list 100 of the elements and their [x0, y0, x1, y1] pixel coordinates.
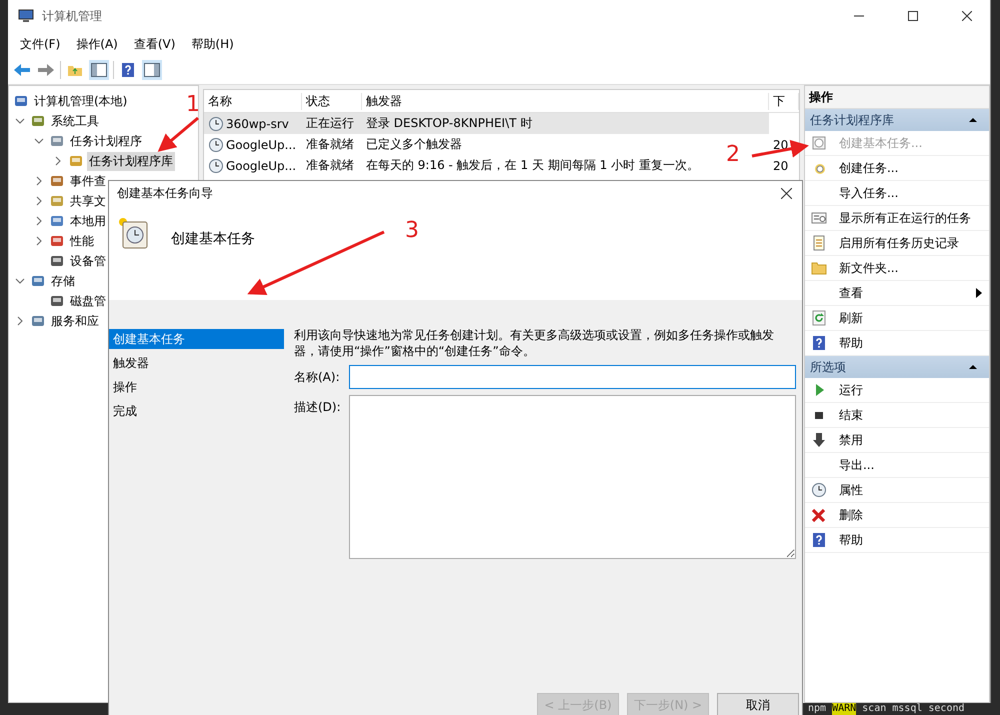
menu-item[interactable]: 操作(A)	[70, 36, 124, 52]
column-header[interactable]: 状态	[306, 94, 330, 108]
field-label: 名称(A):	[294, 369, 341, 386]
wizard-step[interactable]: 创建基本任务	[109, 329, 284, 349]
table-cell: 正在运行	[302, 113, 362, 134]
delete-icon	[810, 507, 827, 523]
action-item[interactable]: 运行	[804, 378, 989, 403]
log-icon	[810, 235, 827, 251]
section-header[interactable]: 所选项	[804, 356, 989, 378]
table-cell-text: 20	[772, 158, 790, 174]
help-icon	[810, 335, 827, 351]
tree-item[interactable]: 设备管	[68, 252, 108, 270]
tree-node-icon	[49, 233, 65, 249]
column-header[interactable]: 名称	[208, 94, 232, 108]
tree-node-icon	[30, 273, 46, 289]
terminal-text: WARN	[832, 703, 856, 715]
menu-item[interactable]: 查看(V)	[128, 36, 182, 52]
section-header[interactable]: 任务计划程序库	[804, 109, 989, 131]
tree-node-icon	[49, 253, 65, 269]
action-item[interactable]: 刷新	[804, 306, 989, 331]
tree-item[interactable]: 本地用	[68, 212, 108, 230]
tree-item[interactable]: 计算机管理(本地)	[32, 92, 130, 110]
tree-item[interactable]: 磁盘管	[68, 292, 108, 310]
action-item[interactable]: 新文件夹...	[804, 256, 989, 281]
annotation-arrow	[752, 140, 809, 158]
collapse-icon[interactable]	[969, 115, 977, 125]
action-item[interactable]: 导入任务...	[804, 181, 989, 206]
pane-header: 操作	[804, 86, 989, 109]
table-cell[interactable]: GoogleUp...	[204, 155, 300, 176]
description-field[interactable]	[349, 395, 796, 559]
tree-item[interactable]: 事件查	[68, 172, 108, 190]
tree-item[interactable]: 存储	[49, 272, 77, 290]
name-field[interactable]	[349, 365, 796, 389]
table-cell: 登录 DESKTOP-8KNPHEI\T 时	[362, 113, 769, 134]
table-cell[interactable]: 360wp-srv	[204, 113, 302, 134]
field-label: 描述(D):	[294, 399, 342, 416]
tree-node-icon	[13, 93, 29, 109]
tree-node-icon	[49, 193, 65, 209]
table-cell[interactable]: GoogleUp...	[204, 134, 300, 155]
annotation-number: 3	[405, 218, 419, 243]
table-cell-text: 已定义多个触发器	[364, 136, 463, 153]
action-item[interactable]: 禁用	[804, 428, 989, 453]
table-cell-text: 在每天的 9:16 - 触发后，在 1 天 期间每隔 1 小时 重复一次。	[364, 157, 700, 174]
table-cell-text: 20	[772, 136, 790, 154]
menu-item[interactable]: 文件(F)	[14, 36, 66, 52]
action-item[interactable]: 结束	[804, 403, 989, 428]
show-tree-button[interactable]	[89, 60, 109, 80]
action-item[interactable]: 启用所有任务历史记录	[804, 231, 989, 256]
help-icon	[120, 62, 136, 78]
action-item[interactable]: 导出...	[804, 453, 989, 478]
table-cell-text: 准备就绪	[304, 136, 355, 153]
tree-node-icon	[49, 213, 65, 229]
tree-node-icon	[30, 313, 46, 329]
show-action-pane-button[interactable]	[142, 60, 162, 80]
section-title: 任务计划程序库	[810, 112, 894, 128]
tree-node-icon	[49, 293, 65, 309]
action-item[interactable]: 删除	[804, 503, 989, 528]
tree-node-icon	[68, 153, 84, 169]
action-item[interactable]: 创建任务...	[804, 156, 989, 181]
annotation-number: 1	[186, 92, 200, 117]
tree-item[interactable]: 服务和应	[49, 312, 101, 330]
wizard-step[interactable]: 触发器	[109, 353, 284, 373]
action-item[interactable]: 属性	[804, 478, 989, 503]
section-title: 所选项	[810, 358, 846, 376]
table-cell-text: 准备就绪	[304, 157, 355, 174]
dialog-title: 创建基本任务向导	[117, 185, 213, 202]
tree-item[interactable]: 系统工具	[49, 112, 101, 130]
help-icon	[810, 532, 827, 548]
tree-node-icon	[30, 113, 46, 129]
action-item[interactable]: 帮助	[804, 528, 989, 553]
menu-item[interactable]: 帮助(H)	[185, 36, 240, 52]
column-header[interactable]: 触发器	[366, 94, 402, 108]
annotation-number: 2	[726, 142, 740, 167]
terminal-text: npm	[808, 703, 826, 715]
wizard-heading: 创建基本任务	[171, 230, 255, 248]
tree-item[interactable]: 任务计划程序	[68, 132, 144, 150]
action-item[interactable]: 查看	[804, 281, 989, 306]
terminal-text: scan mssql second	[862, 703, 965, 715]
collapse-icon[interactable]	[969, 362, 977, 372]
description-text: 利用该向导快速地为常见任务创建计划。有关更多高级选项或设置，例如多任务操作或触发器，请使用“操作”窗格中的“创建任务”命令。	[294, 327, 775, 359]
wizard-button[interactable]: 取消	[717, 693, 799, 715]
folder-icon	[810, 260, 827, 276]
wizard-step[interactable]: 完成	[109, 401, 284, 421]
action-item[interactable]: 显示所有正在运行的任务	[804, 206, 989, 231]
down-arrow-icon	[810, 432, 827, 448]
close-icon[interactable]	[962, 11, 972, 21]
tree-node-icon	[49, 173, 65, 189]
refresh-icon	[810, 310, 827, 326]
tree-item[interactable]: 共享文	[68, 192, 108, 210]
tree-item[interactable]: 性能	[68, 232, 96, 250]
annotation-arrow	[158, 116, 199, 152]
close-icon[interactable]	[780, 188, 792, 199]
tree-node-icon	[49, 133, 65, 149]
list-icon	[810, 210, 827, 226]
maximize-icon[interactable]	[908, 11, 918, 21]
wizard-step[interactable]: 操作	[109, 377, 284, 397]
window-title: 计算机管理	[42, 8, 103, 24]
column-header[interactable]: 下	[772, 94, 785, 108]
computer-icon	[18, 8, 34, 24]
tree-item[interactable]: 任务计划程序库	[87, 152, 175, 170]
